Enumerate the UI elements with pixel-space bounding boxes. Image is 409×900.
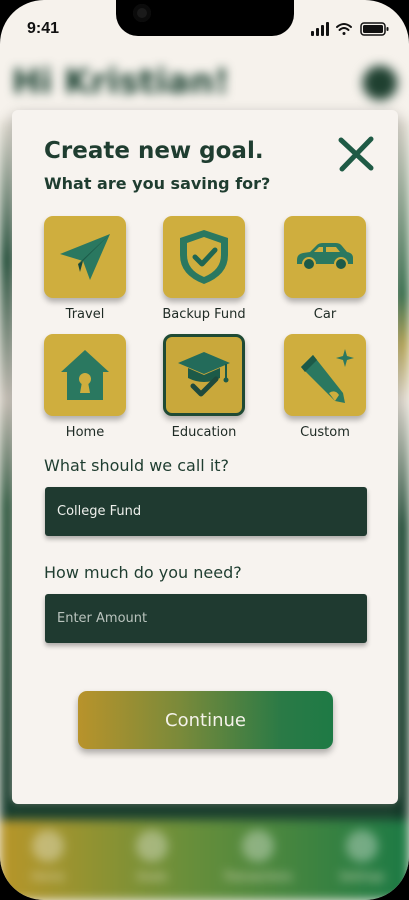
- goal-name-input[interactable]: [45, 487, 367, 536]
- category-car-label: Car: [313, 307, 337, 322]
- status-time: 9:41: [27, 20, 60, 37]
- category-education[interactable]: Education: [149, 334, 259, 440]
- category-custom-label: Custom: [300, 425, 350, 440]
- paper-plane-icon: [60, 234, 110, 280]
- pencil-sparkle-icon: [301, 349, 354, 403]
- category-custom-tile[interactable]: [284, 334, 366, 416]
- tab-home-label: Home: [31, 870, 65, 883]
- category-travel-tile[interactable]: [44, 216, 126, 298]
- phone-screen: Hi Kristian! Home Goals Transactions Set…: [0, 0, 409, 900]
- category-car-tile[interactable]: [284, 216, 366, 298]
- signal-icon: [311, 22, 329, 36]
- amount-field-label: How much do you need?: [44, 563, 242, 582]
- tab-bar: Home Goals Transactions Settings: [0, 820, 409, 900]
- continue-button[interactable]: Continue: [78, 691, 333, 749]
- graduation-cap-icon: [178, 352, 230, 397]
- house-icon: [61, 350, 109, 400]
- tab-goals-label: Goals: [136, 870, 168, 883]
- category-backup-fund-tile[interactable]: [163, 216, 245, 298]
- goals-icon: [136, 830, 168, 862]
- shield-check-icon: [180, 230, 228, 284]
- category-education-label: Education: [171, 425, 237, 440]
- status-bar: 9:41: [0, 0, 409, 56]
- category-home-tile[interactable]: [44, 334, 126, 416]
- category-home[interactable]: Home: [30, 334, 140, 440]
- tab-goals: Goals: [112, 830, 192, 883]
- home-icon: [32, 830, 64, 862]
- camera: [133, 4, 151, 22]
- transactions-icon: [242, 830, 274, 862]
- settings-icon: [346, 830, 378, 862]
- tab-settings-label: Settings: [339, 870, 385, 883]
- greeting-heading: Hi Kristian!: [12, 62, 230, 102]
- tab-transactions: Transactions: [218, 830, 298, 883]
- category-travel[interactable]: Travel: [30, 216, 140, 322]
- category-custom[interactable]: Custom: [270, 334, 380, 440]
- create-goal-modal: Create new goal. What are you saving for…: [12, 110, 398, 804]
- close-icon[interactable]: [336, 134, 376, 174]
- category-backup-fund[interactable]: Backup Fund: [149, 216, 259, 322]
- modal-title: Create new goal.: [44, 138, 264, 164]
- tab-settings: Settings: [322, 830, 402, 883]
- tab-transactions-label: Transactions: [223, 870, 293, 883]
- avatar: [361, 64, 399, 102]
- tab-home: Home: [8, 830, 88, 883]
- modal-subtitle: What are you saving for?: [44, 174, 271, 193]
- name-field-label: What should we call it?: [44, 456, 230, 475]
- car-icon: [297, 243, 353, 271]
- amount-input[interactable]: [45, 594, 367, 643]
- category-backup-fund-label: Backup Fund: [162, 307, 246, 322]
- status-icons: [311, 22, 389, 36]
- category-car[interactable]: Car: [270, 216, 380, 322]
- category-travel-label: Travel: [65, 307, 105, 322]
- category-home-label: Home: [65, 425, 105, 440]
- battery-icon: [360, 22, 389, 36]
- category-education-tile[interactable]: [163, 334, 245, 416]
- wifi-icon: [336, 23, 352, 35]
